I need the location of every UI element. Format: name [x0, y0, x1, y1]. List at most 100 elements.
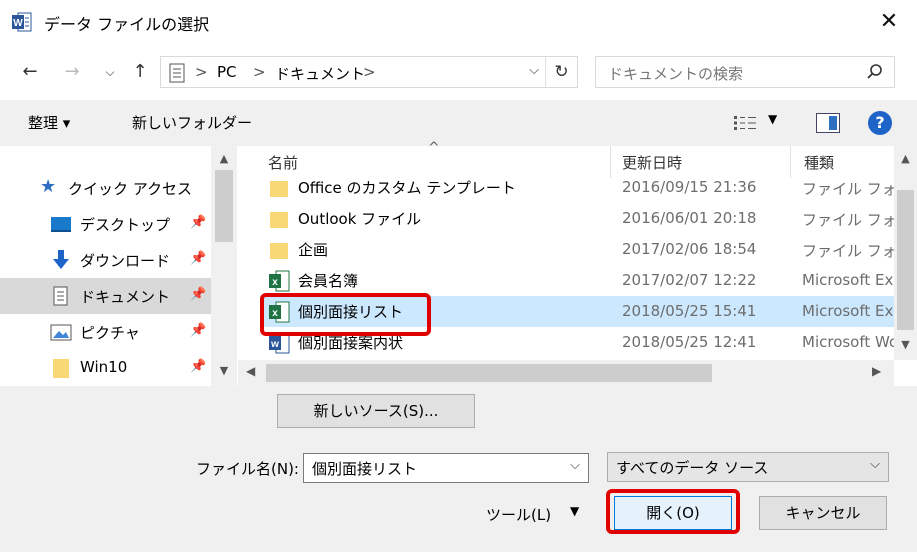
file-type-filter[interactable]: すべてのデータ ソース ⌵	[607, 452, 889, 482]
nav-scrollbar[interactable]: ▲ ▼	[211, 146, 237, 386]
back-arrow-icon[interactable]: ←	[18, 58, 42, 86]
download-arrow-icon	[53, 250, 69, 269]
cancel-button[interactable]: キャンセル	[759, 496, 887, 530]
file-type: ファイル フォルダー	[802, 242, 894, 260]
file-name: 会員名簿	[298, 272, 359, 290]
tools-dropdown-icon[interactable]: ▼	[570, 504, 579, 518]
new-folder-button[interactable]: 新しいフォルダー	[132, 112, 252, 133]
sidebar-item-downloads[interactable]: ダウンロード 📌	[0, 242, 211, 278]
documents-icon	[169, 63, 185, 83]
file-name: 企画	[298, 241, 329, 259]
sidebar-item-label: デスクトップ	[80, 216, 171, 234]
tools-button[interactable]: ツール(L)	[486, 504, 551, 525]
list-item[interactable]: Office のカスタム テンプレート 2016/09/15 21:36 ファイ…	[262, 178, 894, 203]
refresh-icon[interactable]: ↻	[545, 57, 577, 87]
pin-icon[interactable]: 📌	[190, 323, 206, 339]
view-options-icon[interactable]	[733, 114, 757, 132]
sidebar-item-label: ドキュメント	[80, 288, 171, 306]
file-list-horizontal-scrollbar[interactable]: ◀ ▶	[238, 360, 894, 386]
scroll-up-icon[interactable]: ▲	[211, 152, 237, 165]
sidebar-item-desktop[interactable]: デスクトップ 📌	[0, 206, 211, 242]
list-item[interactable]: 企画 2017/02/06 18:54 ファイル フォルダー	[262, 234, 894, 265]
new-source-button[interactable]: 新しいソース(S)...	[277, 394, 475, 428]
file-list-vertical-scrollbar[interactable]: ▲ ▼	[894, 146, 917, 360]
folder-icon	[270, 212, 288, 228]
search-placeholder: ドキュメントの検索	[608, 65, 744, 83]
file-list: ^ 名前 更新日時 種類 Office のカスタム テンプレート 2016/09…	[238, 140, 917, 386]
forward-arrow-icon[interactable]: →	[60, 58, 84, 86]
breadcrumb-separator[interactable]: >	[253, 63, 266, 81]
filename-label: ファイル名(N):	[196, 460, 299, 478]
folder-icon	[270, 181, 288, 197]
horizontal-scrollbar-thumb[interactable]	[266, 364, 712, 382]
sidebar-item-documents[interactable]: ドキュメント 📌	[0, 278, 211, 314]
sidebar-item-label: Win10	[80, 358, 128, 376]
address-dropdown-icon[interactable]: ⌵	[529, 63, 539, 78]
pin-icon[interactable]: 📌	[190, 251, 206, 267]
scroll-right-icon[interactable]: ▶	[872, 364, 881, 378]
up-arrow-icon[interactable]: ↑	[128, 58, 152, 86]
file-type: ファイル フォルダー	[802, 211, 894, 229]
breadcrumb-separator[interactable]: >	[363, 63, 376, 81]
navigation-pane: ★ クイック アクセス デスクトップ 📌 ダウンロード 📌 ドキュメント 📌 ピ…	[0, 146, 237, 386]
folder-icon	[270, 243, 288, 259]
list-item[interactable]: x 会員名簿 2017/02/07 12:22 Microsoft Excel	[262, 265, 894, 296]
column-header-type[interactable]: 種類	[804, 152, 834, 173]
address-field[interactable]: > PC > ドキュメント > ⌵ ↻	[160, 56, 578, 88]
dialog-footer: 新しいソース(S)... ファイル名(N): 個別面接リスト ⌵ すべてのデータ…	[0, 386, 917, 552]
pin-icon[interactable]: 📌	[190, 215, 206, 231]
pictures-icon	[50, 324, 72, 341]
recent-locations-chevron-icon[interactable]: ⌵	[98, 58, 122, 86]
desktop-icon	[51, 217, 71, 232]
breadcrumb-documents[interactable]: ドキュメント	[275, 63, 365, 84]
open-button-highlight	[606, 489, 740, 534]
selected-file-highlight	[260, 293, 431, 336]
vertical-scrollbar-thumb[interactable]	[897, 190, 914, 330]
file-date: 2018/05/25 15:41	[622, 302, 757, 320]
organize-button[interactable]: 整理 ▾	[28, 112, 70, 133]
file-date: 2016/06/01 20:18	[622, 209, 757, 227]
column-header-date[interactable]: 更新日時	[622, 152, 682, 173]
sidebar-item-pictures[interactable]: ピクチャ 📌	[0, 314, 211, 350]
help-icon[interactable]: ?	[868, 111, 892, 135]
excel-file-icon: x	[269, 270, 290, 292]
file-type: Microsoft Excel	[802, 271, 894, 289]
file-type-filter-value: すべてのデータ ソース	[616, 459, 769, 477]
scroll-down-icon[interactable]: ▼	[211, 364, 237, 377]
documents-icon	[53, 286, 68, 306]
svg-text:w: w	[270, 339, 279, 350]
pin-icon[interactable]: 📌	[190, 287, 206, 303]
file-date: 2017/02/07 12:22	[622, 271, 757, 289]
sidebar-item-label: ダウンロード	[80, 252, 171, 270]
svg-text:W: W	[13, 18, 23, 29]
pin-icon[interactable]: 📌	[190, 359, 206, 375]
folder-icon	[53, 359, 69, 378]
sidebar-item-win10[interactable]: Win10 📌	[0, 350, 211, 386]
chevron-down-icon[interactable]: ⌵	[570, 458, 580, 473]
sidebar-item-quick-access[interactable]: ★ クイック アクセス	[0, 170, 211, 206]
title-bar: W データ ファイルの選択 ✕	[0, 0, 917, 44]
scroll-down-icon[interactable]: ▼	[894, 338, 917, 351]
breadcrumb-separator[interactable]: >	[195, 63, 208, 81]
window-title: データ ファイルの選択	[44, 15, 210, 34]
file-name: Outlook ファイル	[298, 210, 422, 228]
sidebar-item-label: クイック アクセス	[68, 180, 193, 198]
search-input[interactable]: ドキュメントの検索	[595, 56, 895, 88]
column-header-name[interactable]: 名前	[268, 152, 298, 173]
breadcrumb-pc[interactable]: PC	[217, 63, 237, 81]
list-item[interactable]: Outlook ファイル 2016/06/01 20:18 ファイル フォルダー	[262, 203, 894, 234]
preview-pane-icon[interactable]	[816, 113, 840, 133]
scroll-left-icon[interactable]: ◀	[246, 364, 255, 378]
view-dropdown-icon[interactable]: ▼	[768, 112, 777, 126]
close-icon[interactable]: ✕	[875, 8, 903, 36]
column-divider[interactable]	[790, 146, 791, 178]
file-name: Office のカスタム テンプレート	[298, 179, 516, 197]
chevron-down-icon[interactable]: ⌵	[870, 457, 880, 472]
nav-scrollbar-thumb[interactable]	[215, 170, 233, 242]
column-divider[interactable]	[610, 146, 611, 178]
file-date: 2018/05/25 12:41	[622, 333, 757, 351]
star-icon: ★	[40, 176, 57, 197]
search-icon[interactable]	[866, 63, 884, 81]
filename-input[interactable]: 個別面接リスト ⌵	[303, 453, 589, 483]
scroll-up-icon[interactable]: ▲	[894, 152, 917, 165]
